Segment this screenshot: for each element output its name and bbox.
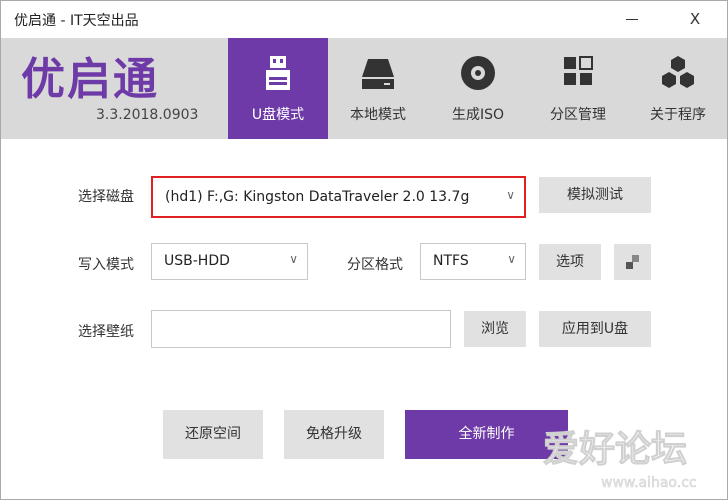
tab-label: 本地模式 bbox=[350, 107, 406, 123]
aihao-watermark: 爱好论坛 www.aihao.cc bbox=[543, 429, 697, 492]
wallpaper-label: 选择壁纸 bbox=[78, 324, 134, 340]
disk-label: 选择磁盘 bbox=[78, 189, 134, 205]
tab-generate-iso[interactable]: 生成ISO bbox=[428, 38, 528, 139]
window-title: 优启通 - IT天空出品 bbox=[14, 13, 139, 29]
disc-icon bbox=[461, 56, 495, 90]
hard-drive-icon bbox=[362, 59, 394, 89]
partition-grid-icon bbox=[564, 56, 593, 85]
partition-format-label: 分区格式 bbox=[347, 257, 403, 273]
top-nav: 优启通 3.3.2018.0903 U盘模式 本地模式 生成ISO 分区管理 关… bbox=[1, 38, 727, 139]
disk-select[interactable]: (hd1) F:,G: Kingston DataTraveler 2.0 13… bbox=[151, 176, 526, 218]
tab-about[interactable]: 关于程序 bbox=[628, 38, 728, 139]
simulate-test-button[interactable]: 模拟测试 bbox=[539, 177, 651, 213]
partition-format-value: NTFS bbox=[433, 253, 469, 269]
free-upgrade-button[interactable]: 免格升级 bbox=[284, 410, 384, 459]
tab-usb-mode[interactable]: U盘模式 bbox=[228, 38, 328, 139]
squares-icon bbox=[626, 255, 639, 269]
write-mode-select[interactable]: USB-HDD ∨ bbox=[151, 243, 308, 280]
chevron-down-icon: ∨ bbox=[289, 252, 298, 266]
browse-button[interactable]: 浏览 bbox=[464, 311, 526, 347]
minimize-button[interactable] bbox=[614, 7, 650, 31]
svg-text:www.aihao.cc: www.aihao.cc bbox=[601, 475, 697, 491]
options-button[interactable]: 选项 bbox=[539, 244, 601, 280]
svg-text:爱好论坛: 爱好论坛 bbox=[543, 429, 687, 470]
apply-to-usb-button[interactable]: 应用到U盘 bbox=[539, 311, 651, 347]
svg-text:优启通: 优启通 bbox=[21, 54, 159, 102]
chevron-down-icon: ∨ bbox=[506, 188, 515, 202]
wallpaper-path-input[interactable] bbox=[151, 310, 451, 348]
tab-label: 分区管理 bbox=[550, 107, 606, 123]
close-button[interactable]: X bbox=[677, 7, 713, 31]
logo-graphic: 优启通 bbox=[21, 54, 159, 105]
tab-local-mode[interactable]: 本地模式 bbox=[328, 38, 428, 139]
tab-partition-manager[interactable]: 分区管理 bbox=[528, 38, 628, 139]
tab-label: 关于程序 bbox=[650, 107, 706, 123]
title-bar: 优启通 - IT天空出品 X bbox=[1, 1, 727, 38]
chevron-down-icon: ∨ bbox=[507, 252, 516, 266]
disk-select-value: (hd1) F:,G: Kingston DataTraveler 2.0 13… bbox=[165, 189, 470, 205]
cubes-icon bbox=[662, 56, 694, 88]
app-logo: 优启通 bbox=[19, 52, 205, 106]
write-mode-label: 写入模式 bbox=[78, 257, 134, 273]
extra-options-button[interactable] bbox=[614, 244, 651, 280]
tab-label: 生成ISO bbox=[451, 107, 505, 123]
version-text: 3.3.2018.0903 bbox=[96, 107, 199, 123]
partition-format-select[interactable]: NTFS ∨ bbox=[420, 243, 526, 280]
app-window: 优启通 - IT天空出品 X 优启通 3.3.2018.0903 U盘模式 本地… bbox=[0, 0, 728, 500]
tab-label: U盘模式 bbox=[251, 107, 305, 123]
minimize-icon bbox=[626, 19, 638, 20]
usb-drive-icon bbox=[266, 56, 290, 90]
write-mode-value: USB-HDD bbox=[164, 253, 230, 269]
restore-space-button[interactable]: 还原空间 bbox=[163, 410, 263, 459]
